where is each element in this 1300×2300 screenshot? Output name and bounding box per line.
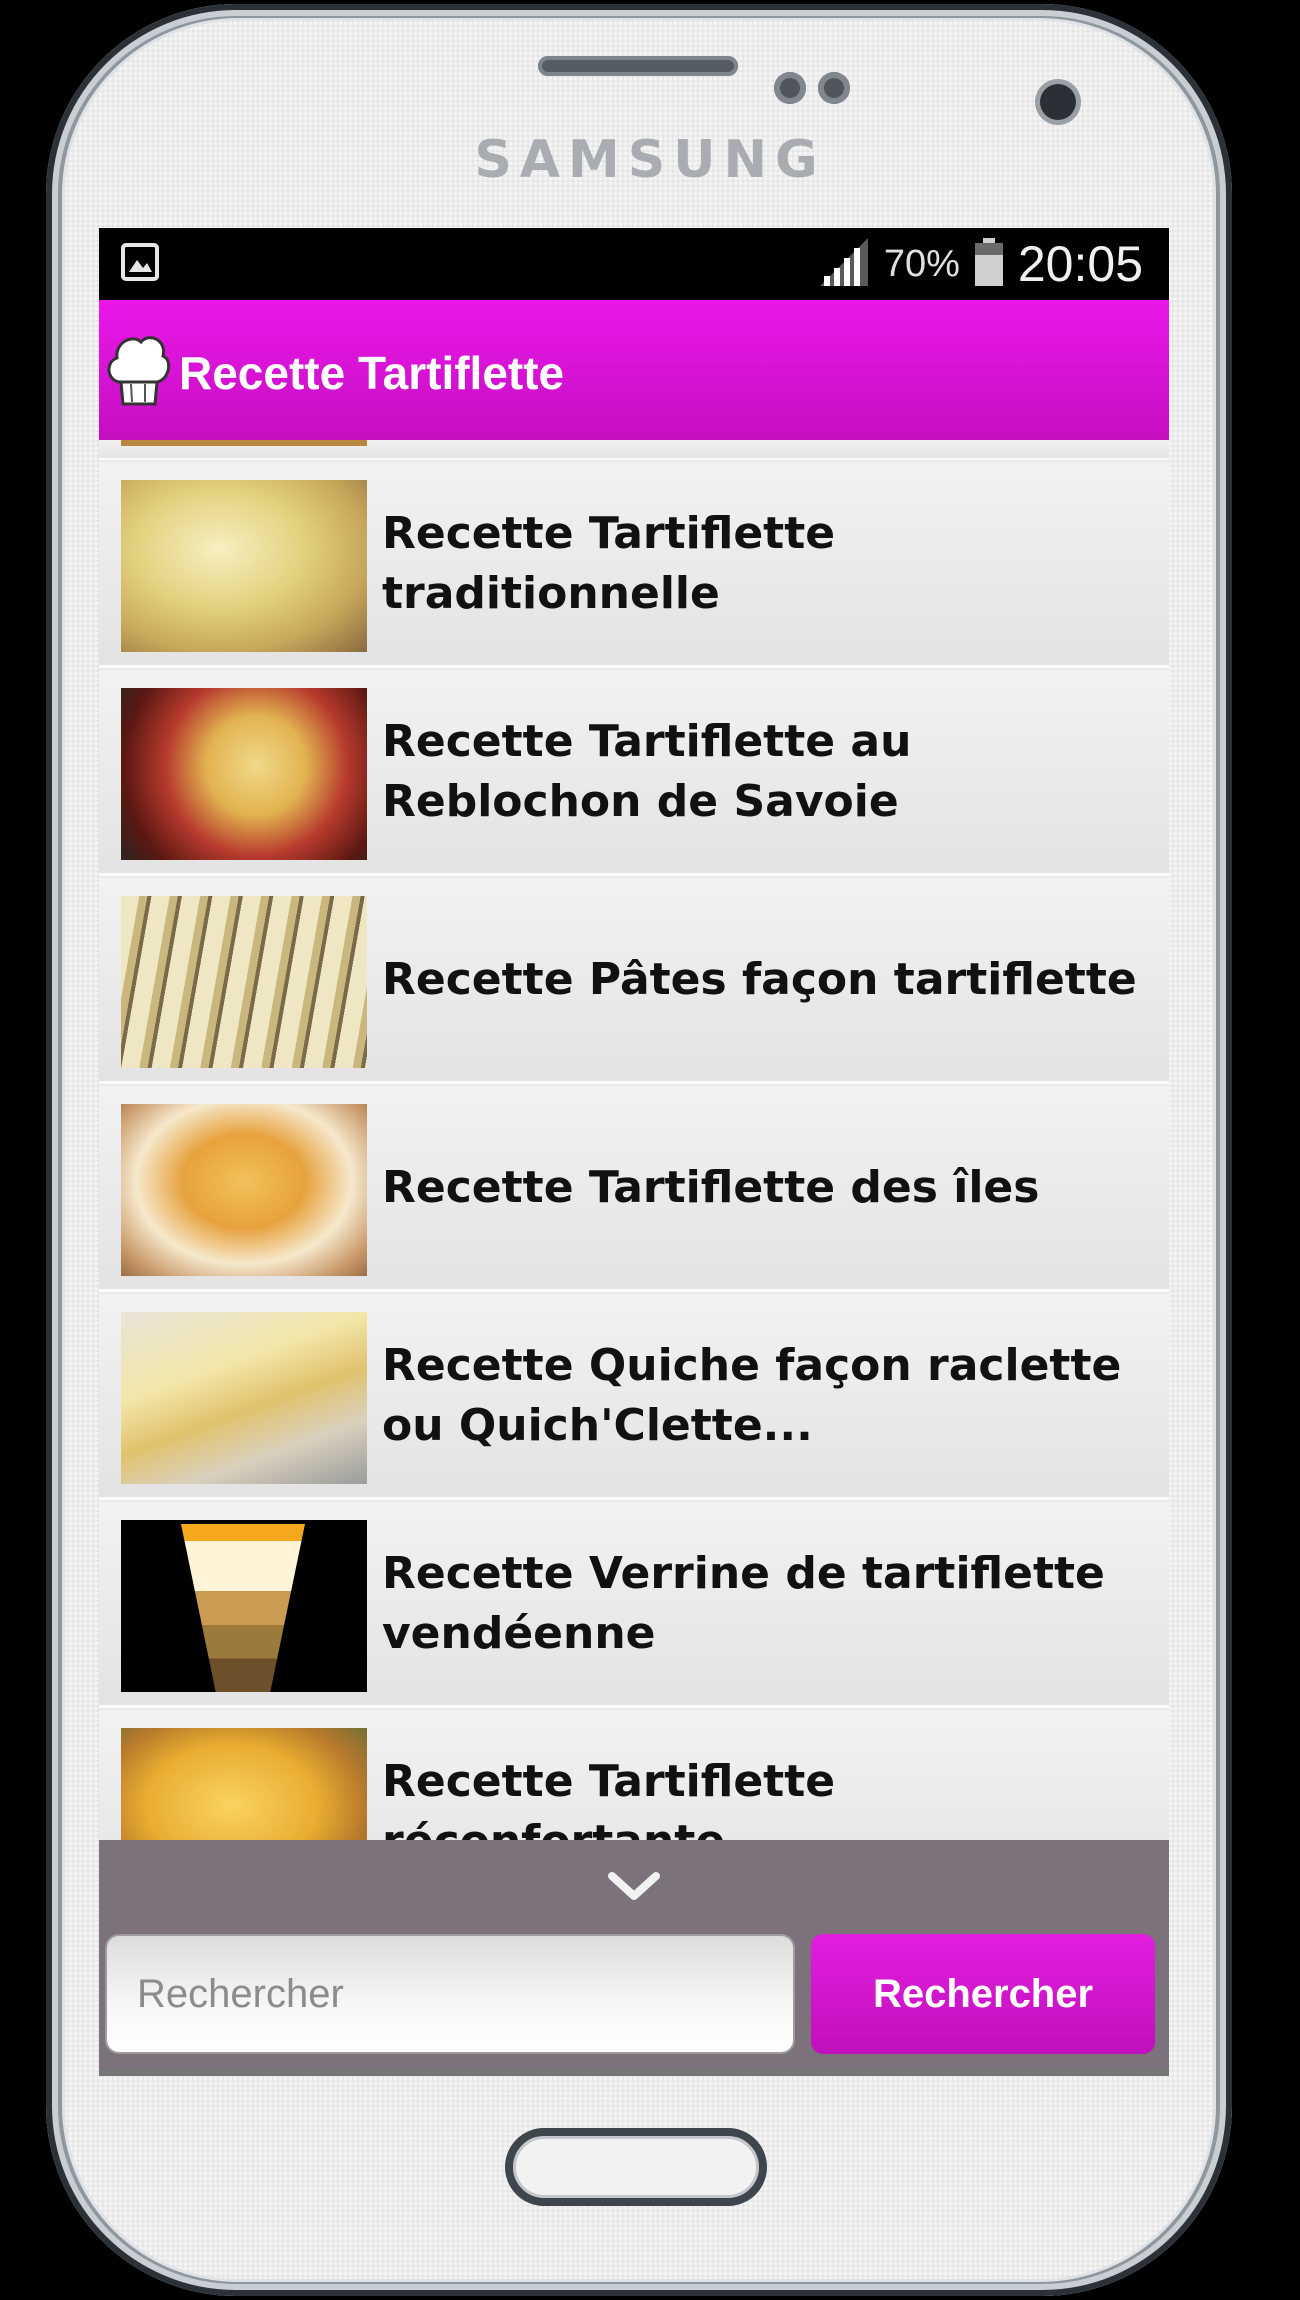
recipe-thumbnail <box>121 1312 367 1484</box>
recipe-thumbnail <box>121 896 367 1068</box>
list-item-partial[interactable] <box>99 440 1169 460</box>
battery-percent: 70% <box>883 242 960 285</box>
list-item[interactable]: Recette Verrine de tartiflette vendéenne <box>99 1502 1169 1708</box>
recipe-list[interactable]: Recette Tartiflette traditionnelle Recet… <box>99 440 1169 2068</box>
image-icon <box>121 242 159 282</box>
recipe-title: Recette Pâtes façon tartiflette <box>382 953 1137 1005</box>
status-indicators: 70% 20:05 <box>818 228 1143 300</box>
recipe-title: Recette Verrine de tartiflette vendéenne <box>382 1547 1105 1659</box>
recipe-thumbnail <box>121 688 367 860</box>
search-panel: Rechercher <box>99 1840 1169 2076</box>
light-sensor <box>818 72 850 104</box>
recipe-title: Recette Tartiflette des îles <box>382 1161 1040 1213</box>
recipe-title: Recette Tartiflette traditionnelle <box>382 507 836 619</box>
app-bar: Recette Tartiflette <box>99 300 1169 440</box>
screen: 70% 20:05 Recette Tartiflette Recette Ta… <box>99 228 1169 2076</box>
recipe-thumbnail <box>121 480 367 652</box>
list-item[interactable]: Recette Pâtes façon tartiflette <box>99 878 1169 1084</box>
earpiece-speaker <box>538 56 738 76</box>
front-camera <box>1040 84 1076 120</box>
recipe-thumbnail <box>121 1520 367 1692</box>
list-item[interactable]: Recette Quiche façon raclette ou Quich'C… <box>99 1294 1169 1500</box>
chef-hat-icon <box>105 326 171 410</box>
home-button[interactable] <box>505 2128 767 2206</box>
list-item[interactable]: Recette Tartiflette traditionnelle <box>99 462 1169 668</box>
status-bar: 70% 20:05 <box>99 228 1169 300</box>
signal-icon <box>818 236 870 293</box>
brand-logo: SAMSUNG <box>474 130 826 190</box>
recipe-thumbnail <box>121 1104 367 1276</box>
battery-icon <box>974 237 1004 292</box>
chevron-down-icon[interactable] <box>604 1868 664 1906</box>
app-title: Recette Tartiflette <box>179 347 565 399</box>
proximity-sensor <box>774 72 806 104</box>
list-item[interactable]: Recette Tartiflette au Reblochon de Savo… <box>99 670 1169 876</box>
search-input[interactable] <box>105 1934 795 2054</box>
recipe-title: Recette Tartiflette au Reblochon de Savo… <box>382 715 912 827</box>
list-item[interactable]: Recette Tartiflette des îles <box>99 1086 1169 1292</box>
recipe-title: Recette Quiche façon raclette ou Quich'C… <box>382 1339 1122 1451</box>
screen-edge <box>99 2068 1169 2076</box>
search-button[interactable]: Rechercher <box>811 1934 1155 2054</box>
clock: 20:05 <box>1017 236 1143 292</box>
recipe-thumbnail <box>121 440 367 446</box>
